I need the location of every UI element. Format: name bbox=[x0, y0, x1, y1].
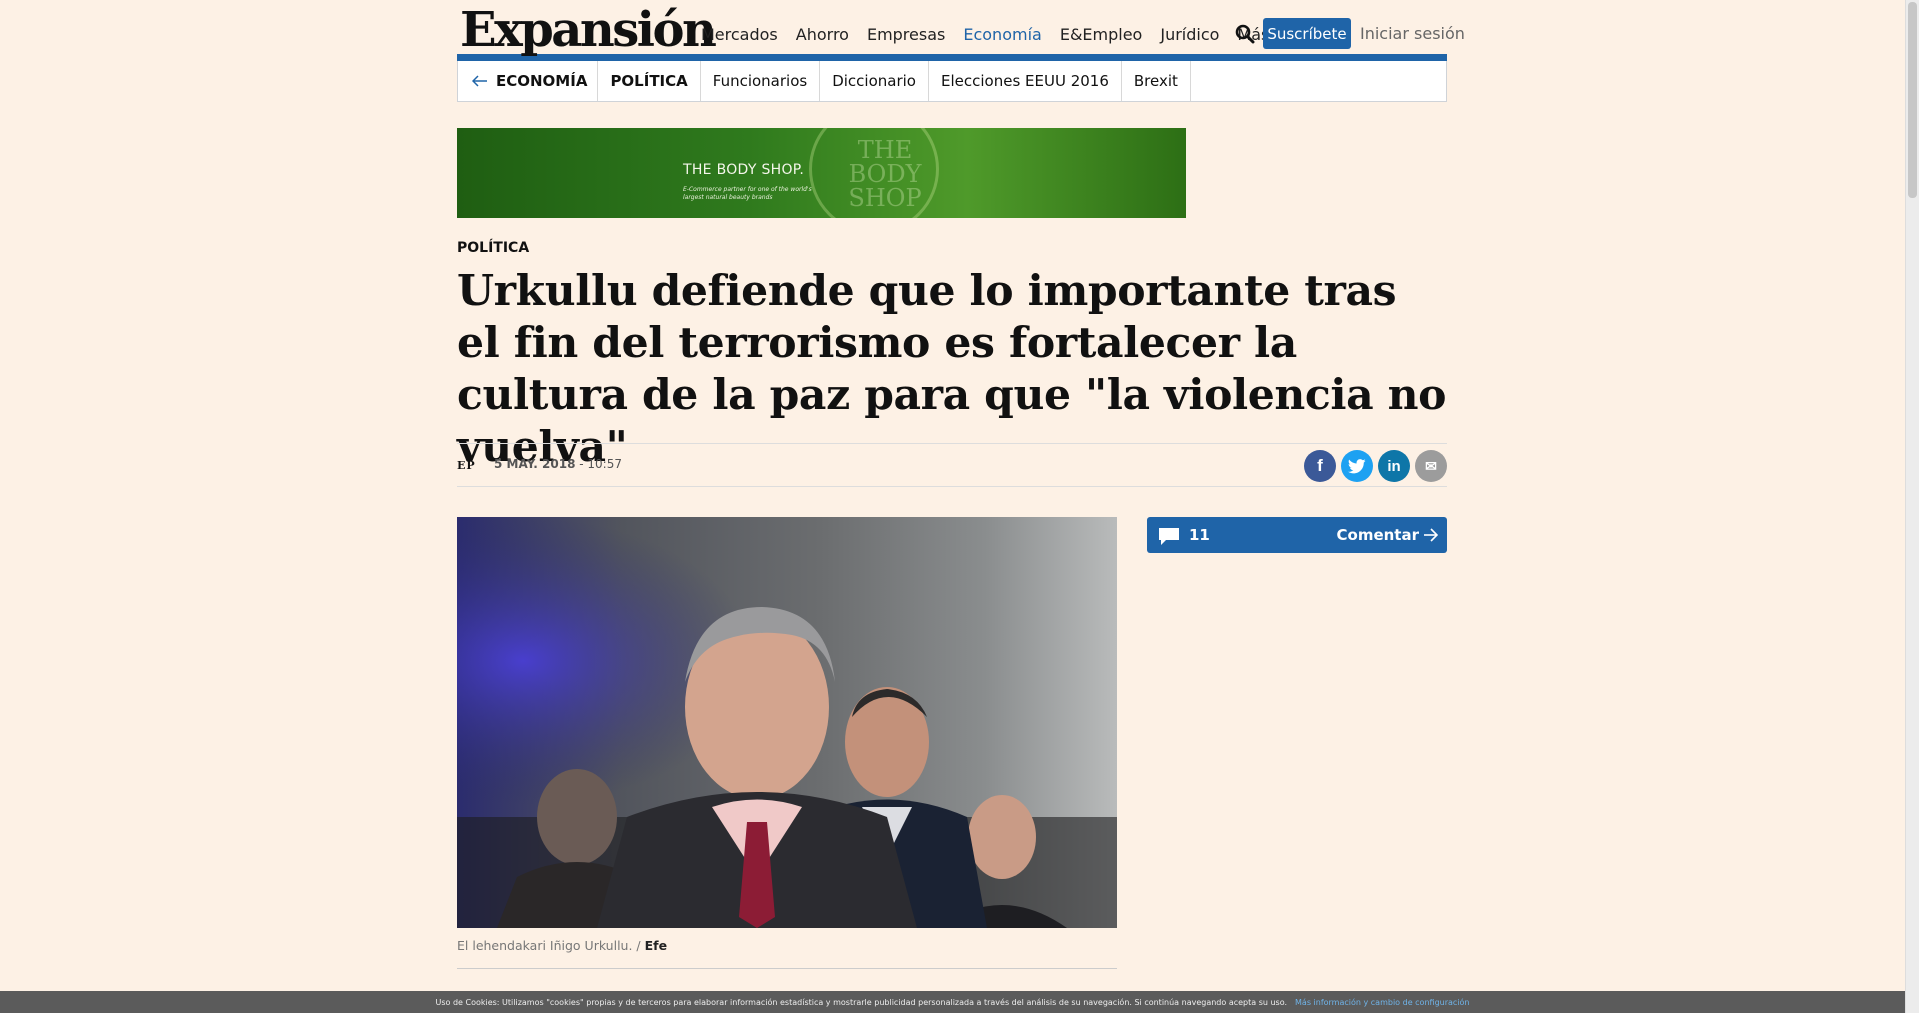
scrollbar-thumb[interactable] bbox=[1908, 2, 1917, 198]
photo-urkullu-image bbox=[457, 517, 1117, 928]
cookie-more-info-link[interactable]: Más información y cambio de configuració… bbox=[1295, 998, 1469, 1007]
twitter-bird-icon bbox=[1348, 458, 1366, 473]
nav-item-juridico[interactable]: Jurídico bbox=[1160, 25, 1219, 44]
photo-caption: El lehendakari Iñigo Urkullu. / Efe bbox=[457, 938, 1117, 969]
article-time: - 10:57 bbox=[575, 457, 622, 471]
linkedin-icon[interactable]: in bbox=[1378, 450, 1410, 482]
ad-brand: THE BODY SHOP. bbox=[683, 162, 805, 178]
masthead: Expansión Mercados Ahorro Empresas Econo… bbox=[457, 0, 1465, 62]
article-photo[interactable] bbox=[457, 517, 1117, 928]
linkedin-glyph: in bbox=[1387, 457, 1401, 475]
nav-item-economia[interactable]: Economía bbox=[963, 25, 1041, 44]
ad-tagline: E-Commerce partner for one of the world'… bbox=[683, 186, 812, 201]
nav-item-mercados[interactable]: Mercados bbox=[701, 25, 778, 44]
login-link[interactable]: Iniciar sesión bbox=[1360, 24, 1465, 43]
twitter-icon[interactable] bbox=[1341, 450, 1373, 482]
subnav-current-politica[interactable]: POLÍTICA bbox=[598, 61, 701, 101]
subnav-item-funcionarios[interactable]: Funcionarios bbox=[701, 61, 821, 101]
subscribe-button[interactable]: Suscríbete bbox=[1263, 18, 1351, 49]
article-title: Urkullu defiende que lo importante tras … bbox=[457, 266, 1447, 472]
article-author: EP bbox=[457, 459, 476, 472]
email-glyph: ✉ bbox=[1425, 457, 1437, 474]
nav-item-ahorro[interactable]: Ahorro bbox=[796, 25, 849, 44]
comments-label: Comentar bbox=[1336, 526, 1420, 544]
photo-credit: Efe bbox=[644, 938, 668, 953]
facebook-icon[interactable]: f bbox=[1304, 450, 1336, 482]
subnav-item-diccionario[interactable]: Diccionario bbox=[820, 61, 929, 101]
caption-text: El lehendakari Iñigo Urkullu. bbox=[457, 938, 633, 953]
cookie-text: Uso de Cookies: Utilizamos "cookies" pro… bbox=[435, 997, 1288, 1007]
comments-button[interactable]: 11 Comentar bbox=[1147, 517, 1447, 553]
search-icon[interactable] bbox=[1235, 24, 1255, 44]
subnav-back-economia[interactable]: ECONOMÍA bbox=[458, 61, 599, 101]
facebook-glyph: f bbox=[1317, 456, 1323, 475]
subnav-item-elecciones[interactable]: Elecciones EEUU 2016 bbox=[929, 61, 1122, 101]
ad-ghost-logo: THE BODY SHOP bbox=[848, 136, 922, 212]
cookie-banner: Uso de Cookies: Utilizamos "cookies" pro… bbox=[0, 991, 1905, 1013]
page-content: Expansión Mercados Ahorro Empresas Econo… bbox=[457, 0, 1465, 969]
main-nav: Mercados Ahorro Empresas Economía E&Empl… bbox=[701, 25, 1284, 44]
ad-banner[interactable]: THE BODY SHOP THE BODY SHOP. E-Commerce … bbox=[457, 128, 1186, 218]
article-date-day: 5 MAY. 2018 bbox=[494, 457, 576, 471]
subnav-back-label: ECONOMÍA bbox=[496, 72, 588, 90]
subnav-item-brexit[interactable]: Brexit bbox=[1122, 61, 1191, 101]
article-section[interactable]: POLÍTICA bbox=[457, 240, 529, 256]
share-buttons: f in ✉ bbox=[1304, 450, 1447, 482]
arrow-left-icon bbox=[472, 75, 487, 87]
article-date: 5 MAY. 2018 - 10:57 bbox=[494, 457, 622, 471]
section-subnav: ECONOMÍA POLÍTICA Funcionarios Diccionar… bbox=[457, 61, 1447, 102]
page-scrollbar[interactable] bbox=[1905, 0, 1919, 1013]
comments-count: 11 bbox=[1189, 526, 1210, 544]
email-icon[interactable]: ✉ bbox=[1415, 450, 1447, 482]
caption-separator: / bbox=[632, 938, 645, 953]
comment-bubble-icon bbox=[1159, 528, 1179, 545]
nav-item-empleo[interactable]: E&Empleo bbox=[1060, 25, 1143, 44]
nav-item-empresas[interactable]: Empresas bbox=[867, 25, 945, 44]
arrow-right-icon bbox=[1424, 528, 1438, 542]
site-logo[interactable]: Expansión bbox=[460, 6, 717, 54]
byline: EP 5 MAY. 2018 - 10:57 f in ✉ bbox=[457, 443, 1447, 487]
